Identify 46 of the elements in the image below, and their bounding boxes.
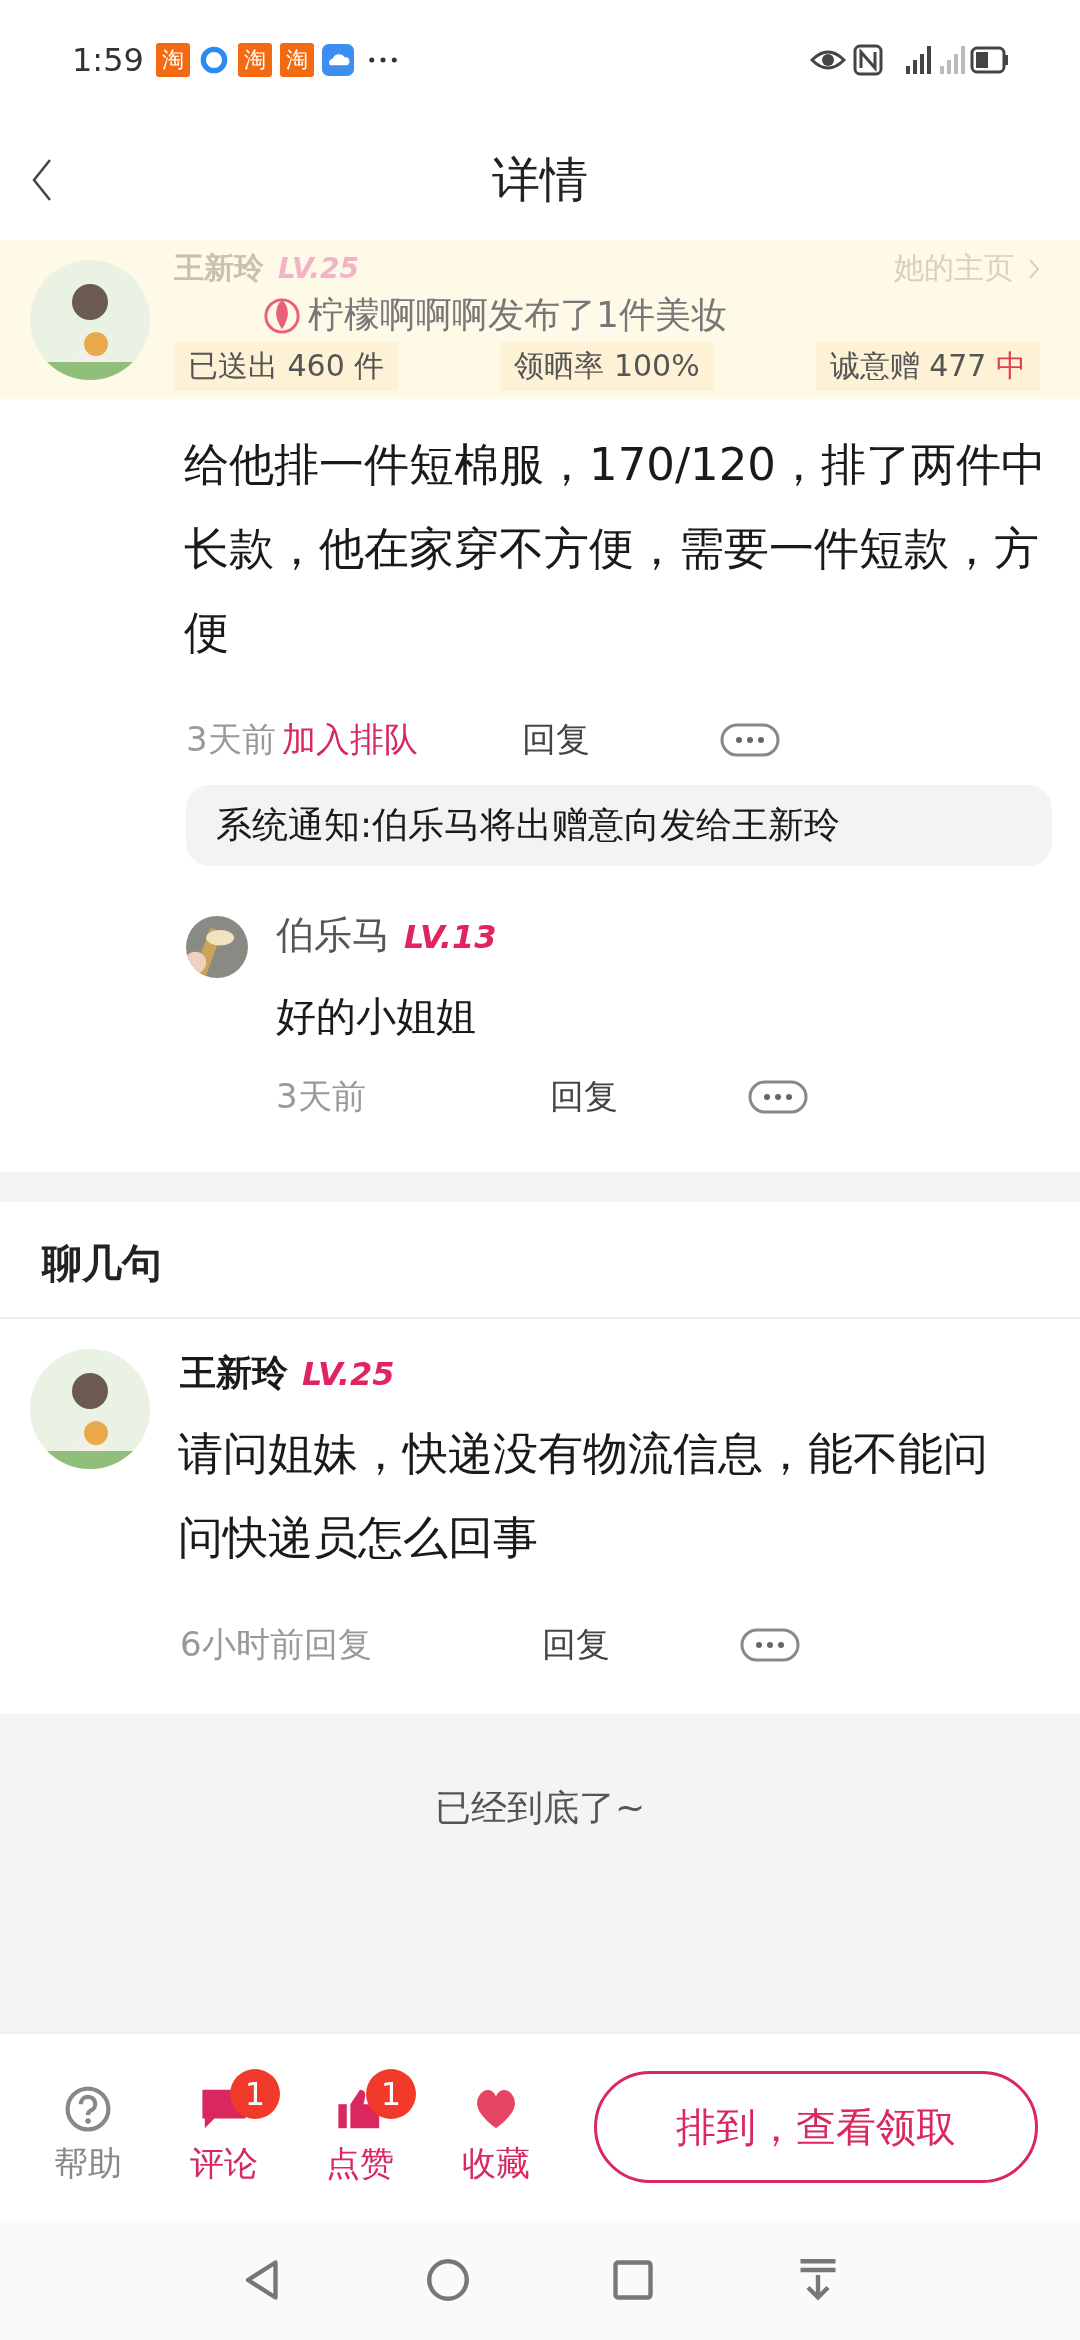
user-name: 王新玲 — [180, 1351, 288, 1395]
app-notification-icon: 淘 — [279, 43, 314, 77]
help-icon — [64, 2085, 112, 2133]
comment-text: 给他排一件短棉服，170/120，排了两件中长款，他在家穿不方便，需要一件短款，方便 — [184, 437, 1047, 661]
signal-icon — [940, 46, 965, 74]
cloud-notification-icon — [321, 44, 354, 76]
signal-icon — [906, 46, 931, 74]
section-title: 聊几句 — [0, 1202, 1080, 1319]
eye-icon — [810, 50, 846, 70]
toast-message: 柠檬啊啊啊发布了1件美妆 — [308, 293, 727, 337]
count-badge: 1 — [230, 2069, 280, 2119]
more-icon[interactable] — [719, 723, 780, 757]
count-badge: 1 — [366, 2069, 416, 2119]
claim-button[interactable]: 排到，查看领取 — [594, 2071, 1038, 2183]
join-queue-link[interactable]: 加入排队 — [281, 717, 522, 763]
stat-chip: 诚意赠 477 中 — [815, 342, 1040, 391]
stat-chip: 已送出 460 件 — [174, 342, 399, 391]
level-label: LV.13 — [404, 918, 497, 956]
system-notice: 系统通知:伯乐马将出赠意向发给王新玲 — [186, 785, 1052, 866]
page-title: 详情 — [492, 150, 588, 209]
reply-text: 好的小姐姐 — [276, 992, 477, 1041]
stat-chip: 领晒率 100% — [500, 342, 714, 391]
nfc-icon — [853, 44, 883, 76]
more-icon[interactable] — [740, 1628, 800, 1662]
reply-link[interactable]: 回复 — [521, 717, 720, 763]
app-notification-icon: 淘 — [237, 43, 272, 77]
battery-icon — [970, 46, 1008, 74]
comment-time: 3天前 — [186, 718, 276, 761]
status-time: 1:59 — [72, 41, 144, 79]
bottom-action[interactable]: 1 点赞 — [292, 2067, 428, 2187]
more-icon[interactable] — [748, 1080, 808, 1114]
user-name: 王新玲 — [174, 249, 264, 287]
bottom-action[interactable]: 收藏 — [428, 2067, 564, 2187]
comment-time: 6小时前回复 — [180, 1623, 373, 1666]
more-notifications-icon — [367, 55, 398, 65]
reply-time: 3天前 — [276, 1075, 367, 1118]
reply-link[interactable]: 回复 — [550, 1074, 748, 1120]
comment-text: 请问姐妹，快递没有物流信息，能不能问问快递员怎么回事 — [178, 1426, 989, 1566]
reply-link[interactable]: 回复 — [542, 1622, 740, 1668]
level-label: LV.25 — [278, 252, 359, 285]
user-name: 伯乐马 — [276, 912, 390, 959]
level-label: LV.25 — [302, 1355, 395, 1393]
bottom-action[interactable]: 1 评论 — [156, 2067, 292, 2187]
app-notification-icon: 淘 — [155, 43, 190, 77]
bottom-action[interactable]: 帮助 — [20, 2067, 156, 2187]
end-of-list-text: 已经到底了~ — [434, 1786, 646, 1830]
